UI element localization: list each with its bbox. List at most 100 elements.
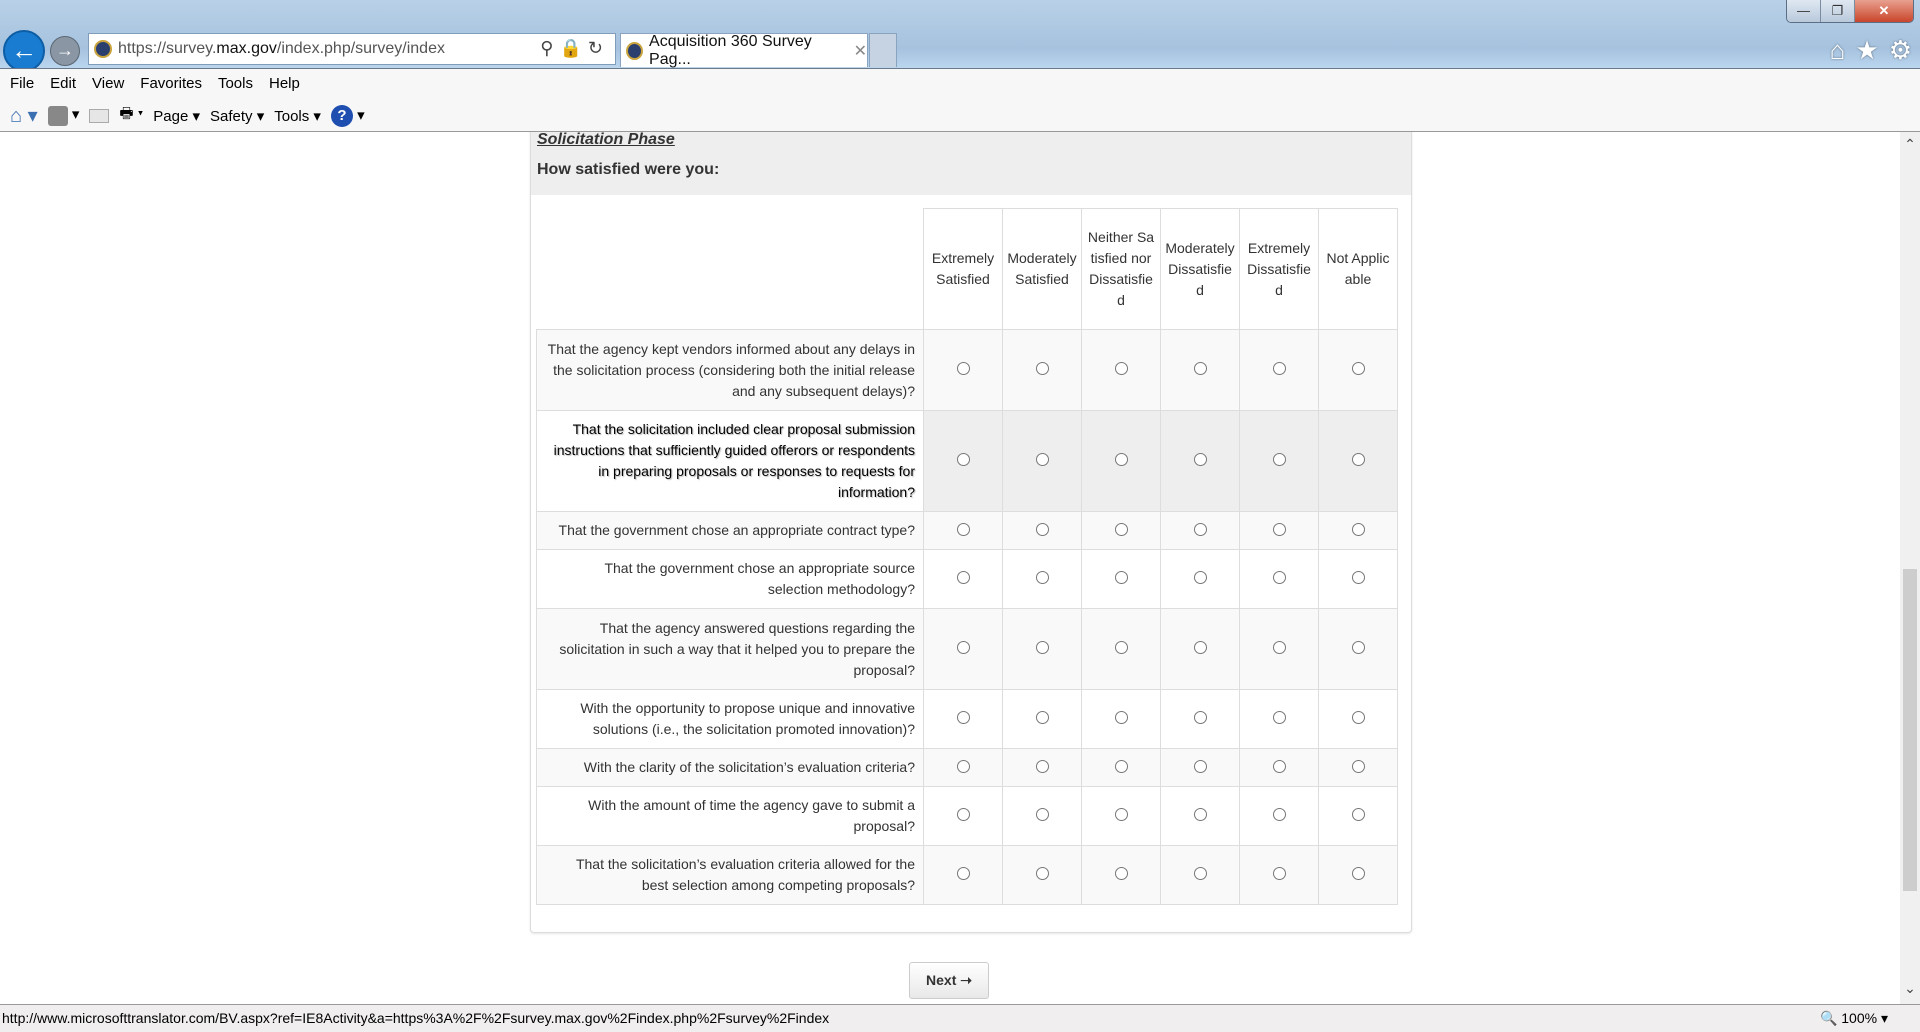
- safety-menu[interactable]: Safety ▾: [210, 107, 264, 125]
- radio-cell[interactable]: [1239, 689, 1319, 749]
- radio-button[interactable]: [1193, 571, 1207, 584]
- radio-cell[interactable]: [1318, 689, 1398, 749]
- radio-button[interactable]: [1114, 453, 1128, 466]
- radio-button[interactable]: [1351, 808, 1365, 821]
- radio-button[interactable]: [1035, 867, 1049, 880]
- radio-button[interactable]: [1272, 808, 1286, 821]
- radio-cell[interactable]: [1081, 748, 1161, 787]
- radio-button[interactable]: [1193, 808, 1207, 821]
- radio-button[interactable]: [956, 808, 970, 821]
- radio-cell[interactable]: [1002, 748, 1082, 787]
- radio-cell[interactable]: [923, 608, 1003, 690]
- radio-cell[interactable]: [1002, 689, 1082, 749]
- radio-button[interactable]: [1272, 522, 1286, 536]
- home-icon[interactable]: ⌂ ▾: [10, 103, 38, 128]
- menu-favorites[interactable]: Favorites: [140, 75, 202, 92]
- tab-survey[interactable]: Acquisition 360 Survey Pag... ✕: [620, 33, 868, 68]
- radio-cell[interactable]: [1002, 511, 1082, 550]
- radio-button[interactable]: [1272, 759, 1286, 773]
- next-button[interactable]: Next ➝: [909, 962, 989, 999]
- radio-button[interactable]: [1272, 641, 1286, 654]
- radio-button[interactable]: [1272, 453, 1286, 466]
- radio-cell[interactable]: [1002, 329, 1082, 411]
- radio-cell[interactable]: [1318, 410, 1398, 512]
- radio-button[interactable]: [1114, 867, 1128, 880]
- radio-button[interactable]: [1193, 759, 1207, 773]
- scroll-down-icon[interactable]: ⌄: [1900, 980, 1920, 1000]
- radio-button[interactable]: [1193, 453, 1207, 466]
- radio-cell[interactable]: [923, 329, 1003, 411]
- radio-button[interactable]: [956, 759, 970, 773]
- restore-button[interactable]: ❐: [1821, 0, 1855, 22]
- radio-button[interactable]: [1193, 641, 1207, 654]
- radio-button[interactable]: [1035, 759, 1049, 773]
- address-actions[interactable]: ⚲🔒↻: [540, 38, 609, 59]
- radio-cell[interactable]: [1239, 511, 1319, 550]
- radio-cell[interactable]: [1318, 549, 1398, 609]
- radio-button[interactable]: [1351, 362, 1365, 375]
- radio-cell[interactable]: [1239, 410, 1319, 512]
- radio-button[interactable]: [1035, 711, 1049, 724]
- radio-cell[interactable]: [1160, 748, 1240, 787]
- radio-cell[interactable]: [1160, 786, 1240, 846]
- radio-cell[interactable]: [1002, 549, 1082, 609]
- radio-button[interactable]: [1351, 641, 1365, 654]
- radio-cell[interactable]: [1160, 511, 1240, 550]
- radio-cell[interactable]: [1081, 786, 1161, 846]
- radio-button[interactable]: [1114, 759, 1128, 773]
- radio-cell[interactable]: [1318, 748, 1398, 787]
- page-menu[interactable]: Page ▾: [153, 107, 200, 125]
- radio-cell[interactable]: [1239, 845, 1319, 905]
- radio-cell[interactable]: [1081, 410, 1161, 512]
- radio-cell[interactable]: [1160, 608, 1240, 690]
- radio-cell[interactable]: [1160, 329, 1240, 411]
- radio-cell[interactable]: [923, 410, 1003, 512]
- back-button[interactable]: ←: [3, 30, 45, 72]
- radio-button[interactable]: [1035, 808, 1049, 821]
- radio-button[interactable]: [956, 453, 970, 466]
- radio-button[interactable]: [956, 867, 970, 880]
- radio-button[interactable]: [1035, 453, 1049, 466]
- read-mail-icon[interactable]: [89, 108, 110, 123]
- close-tab-icon[interactable]: ✕: [854, 41, 867, 61]
- menu-help[interactable]: Help: [269, 75, 300, 92]
- radio-button[interactable]: [956, 571, 970, 584]
- radio-button[interactable]: [956, 711, 970, 724]
- radio-cell[interactable]: [923, 549, 1003, 609]
- minimize-button[interactable]: —: [1787, 0, 1821, 22]
- radio-cell[interactable]: [1002, 608, 1082, 690]
- radio-cell[interactable]: [1081, 845, 1161, 905]
- scroll-thumb[interactable]: [1903, 569, 1917, 891]
- radio-button[interactable]: [1193, 867, 1207, 880]
- radio-cell[interactable]: [1081, 608, 1161, 690]
- radio-button[interactable]: [1351, 711, 1365, 724]
- vertical-scrollbar[interactable]: ⌃ ⌄: [1900, 132, 1920, 1004]
- help-icon[interactable]: ? ▾: [330, 104, 365, 127]
- radio-button[interactable]: [1351, 759, 1365, 773]
- rss-feed-icon[interactable]: ▾: [47, 105, 79, 126]
- menu-tools[interactable]: Tools: [218, 75, 253, 92]
- radio-cell[interactable]: [1239, 329, 1319, 411]
- radio-button[interactable]: [1351, 571, 1365, 584]
- radio-cell[interactable]: [1160, 689, 1240, 749]
- radio-cell[interactable]: [1002, 410, 1082, 512]
- tools-menu[interactable]: Tools ▾: [274, 107, 321, 125]
- print-icon[interactable]: 🖶 ▾: [119, 103, 143, 128]
- lock-icon[interactable]: 🔒: [559, 38, 587, 58]
- radio-button[interactable]: [956, 641, 970, 654]
- radio-button[interactable]: [1351, 867, 1365, 880]
- radio-cell[interactable]: [1239, 608, 1319, 690]
- radio-button[interactable]: [1193, 711, 1207, 724]
- home-icon[interactable]: ⌂: [1830, 35, 1846, 66]
- radio-button[interactable]: [1035, 641, 1049, 654]
- radio-button[interactable]: [1272, 362, 1286, 375]
- radio-button[interactable]: [1114, 641, 1128, 654]
- radio-button[interactable]: [1351, 453, 1365, 466]
- radio-button[interactable]: [1114, 362, 1128, 375]
- radio-cell[interactable]: [1160, 410, 1240, 512]
- radio-cell[interactable]: [923, 511, 1003, 550]
- menu-file[interactable]: File: [10, 75, 34, 92]
- radio-cell[interactable]: [923, 689, 1003, 749]
- radio-button[interactable]: [1351, 522, 1365, 536]
- radio-cell[interactable]: [1239, 786, 1319, 846]
